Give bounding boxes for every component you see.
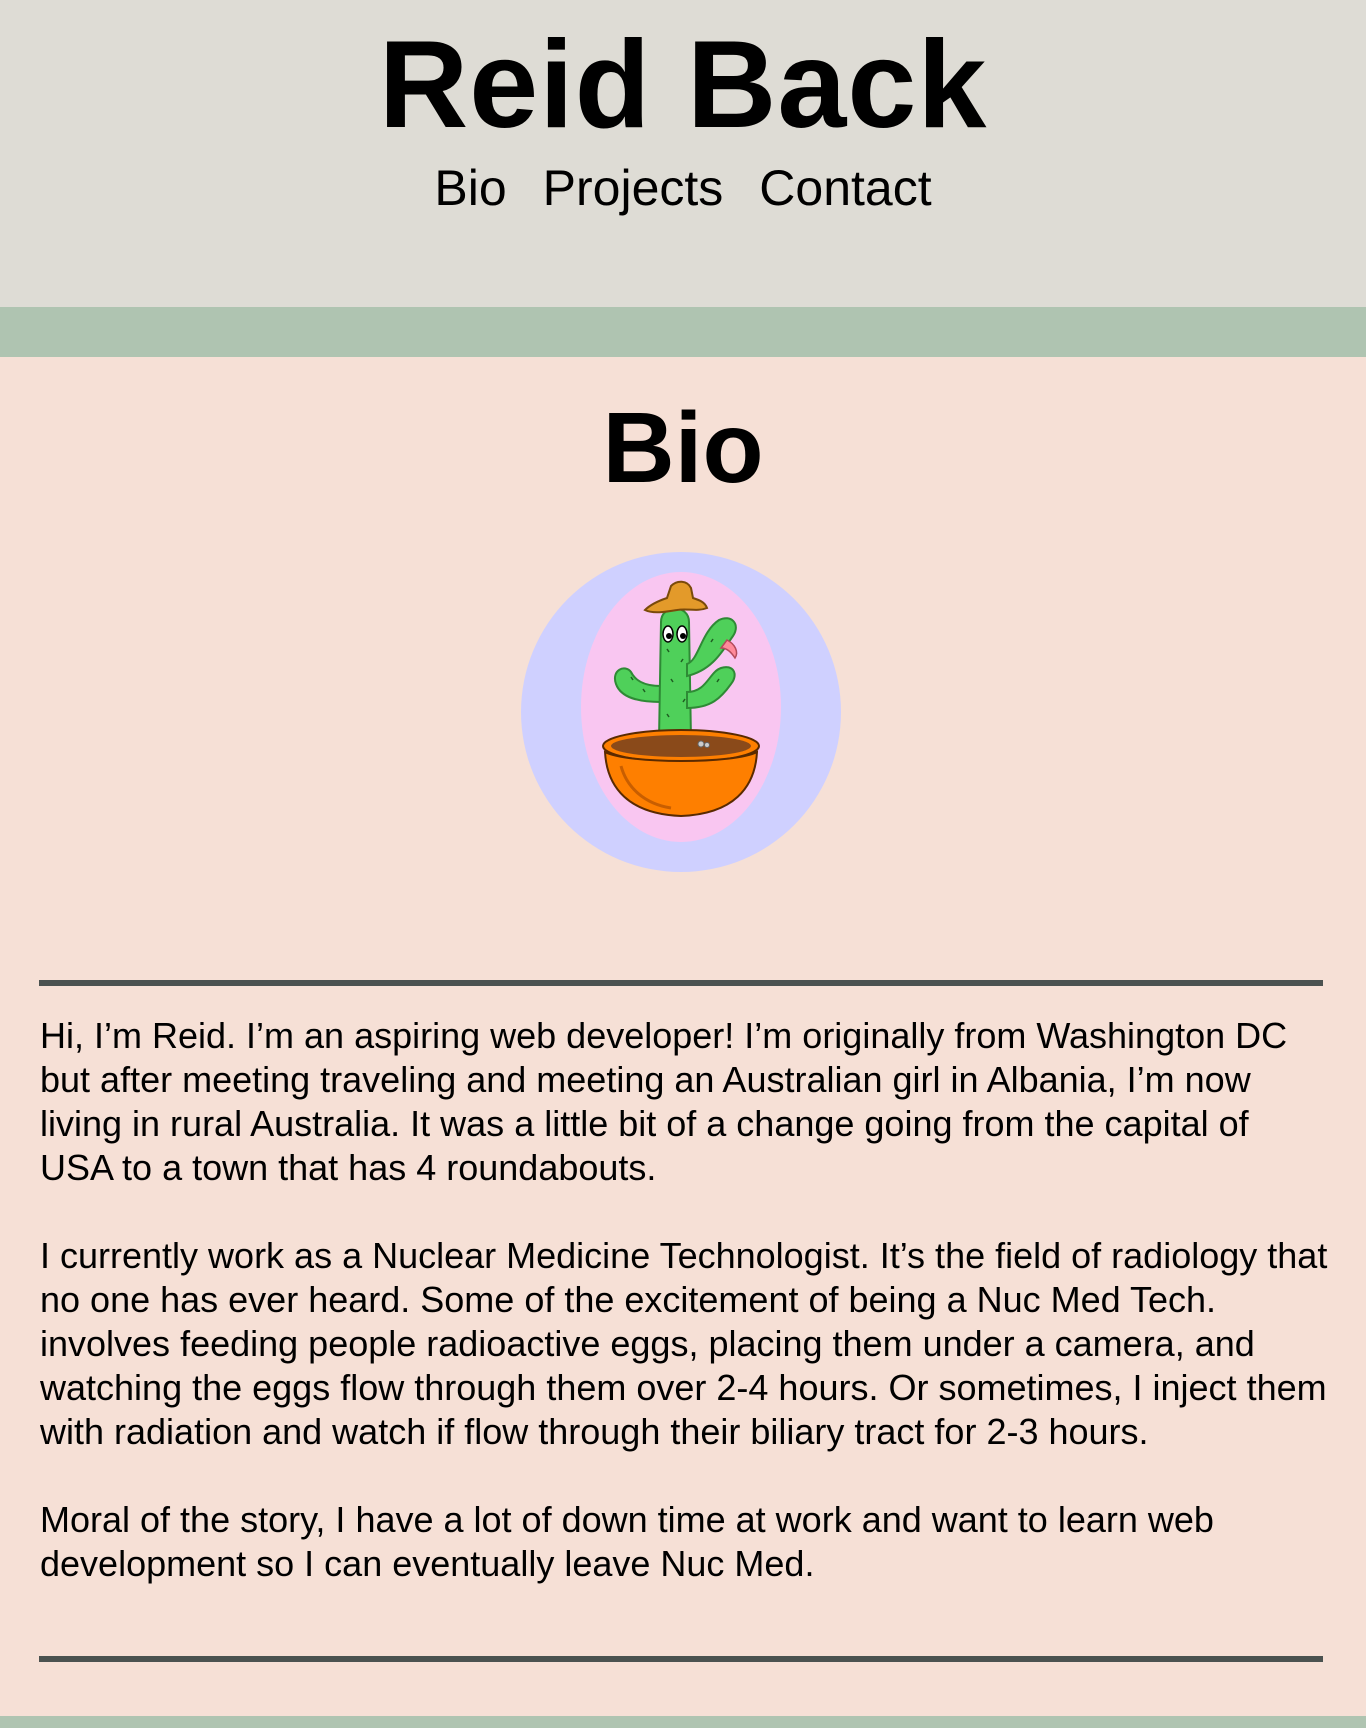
divider-bottom bbox=[39, 1656, 1323, 1662]
nav-link-contact[interactable]: Contact bbox=[759, 158, 931, 218]
bio-paragraph: I currently work as a Nuclear Medicine T… bbox=[40, 1235, 1328, 1452]
main-nav: Bio Projects Contact bbox=[0, 158, 1366, 218]
bio-text: Hi, I’m Reid. I’m an aspiring web develo… bbox=[40, 1014, 1330, 1630]
section-title: Bio bbox=[602, 392, 764, 504]
nav-link-bio[interactable]: Bio bbox=[434, 158, 506, 218]
bio-section: Bio Hi, I’m Reid. I’m an aspiring web de… bbox=[0, 357, 1366, 1716]
bio-paragraph: Moral of the story, I have a lot of down… bbox=[40, 1499, 1214, 1584]
profile-image bbox=[521, 552, 841, 872]
site-title: Reid Back bbox=[378, 16, 988, 154]
nav-link-projects[interactable]: Projects bbox=[543, 158, 724, 218]
footer-band bbox=[0, 1716, 1366, 1728]
bio-paragraph: Hi, I’m Reid. I’m an aspiring web develo… bbox=[40, 1015, 1288, 1188]
divider-top bbox=[39, 980, 1323, 986]
site-header: Reid Back Bio Projects Contact bbox=[0, 0, 1366, 307]
header-divider-band bbox=[0, 307, 1366, 357]
